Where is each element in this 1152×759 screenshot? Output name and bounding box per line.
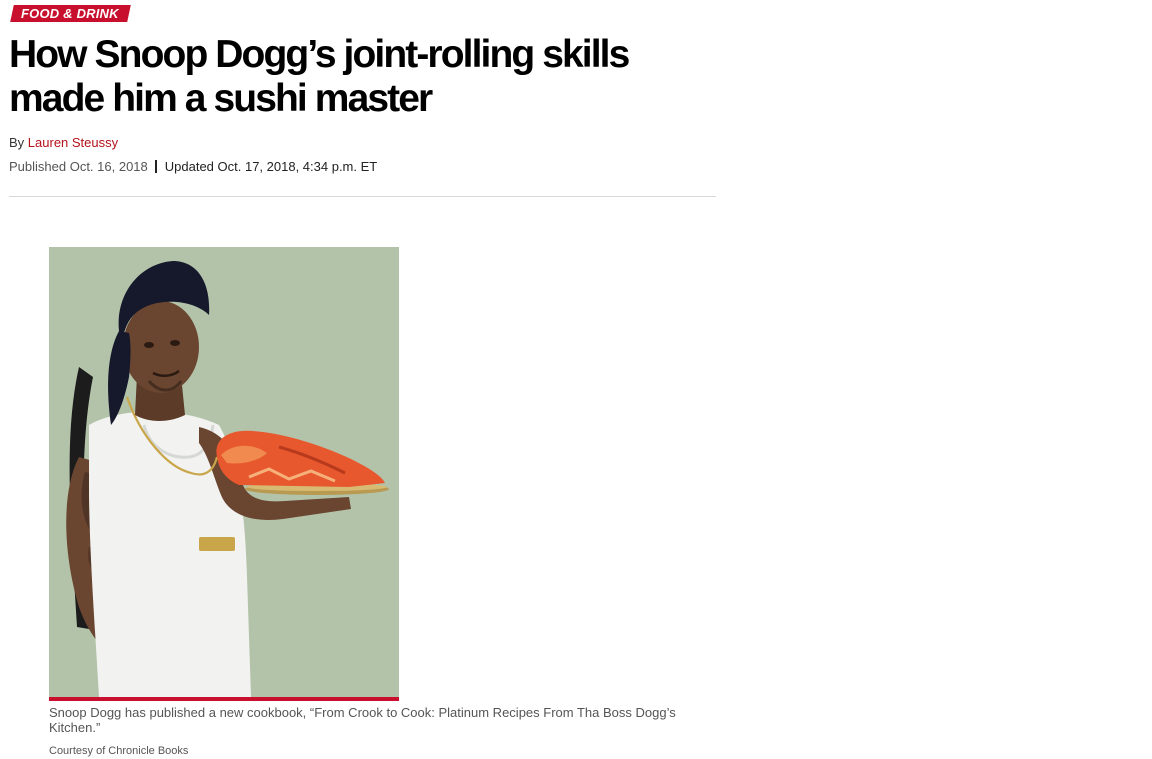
photo-credit: Courtesy of Chronicle Books — [49, 745, 189, 757]
category-tag[interactable]: FOOD & DRINK — [10, 5, 131, 22]
photo-illustration — [49, 247, 399, 697]
photo-accent-bar — [49, 697, 399, 701]
category-label: FOOD & DRINK — [21, 6, 119, 21]
byline: By Lauren Steussy — [9, 135, 118, 151]
timestamp-separator — [154, 160, 157, 173]
published-date: Published Oct. 16, 2018 — [9, 159, 148, 174]
timestamps: Published Oct. 16, 2018 Updated Oct. 17, … — [9, 159, 377, 175]
photo-caption: Snoop Dogg has published a new cookbook,… — [49, 705, 676, 735]
updated-date: Updated Oct. 17, 2018, 4:34 p.m. ET — [164, 159, 378, 174]
article-photo[interactable] — [49, 247, 399, 697]
author-link[interactable]: Lauren Steussy — [28, 135, 118, 150]
header-divider — [9, 196, 716, 197]
byline-prefix: By — [9, 135, 25, 150]
headline: How Snoop Dogg’s joint-rolling skills ma… — [9, 33, 630, 120]
